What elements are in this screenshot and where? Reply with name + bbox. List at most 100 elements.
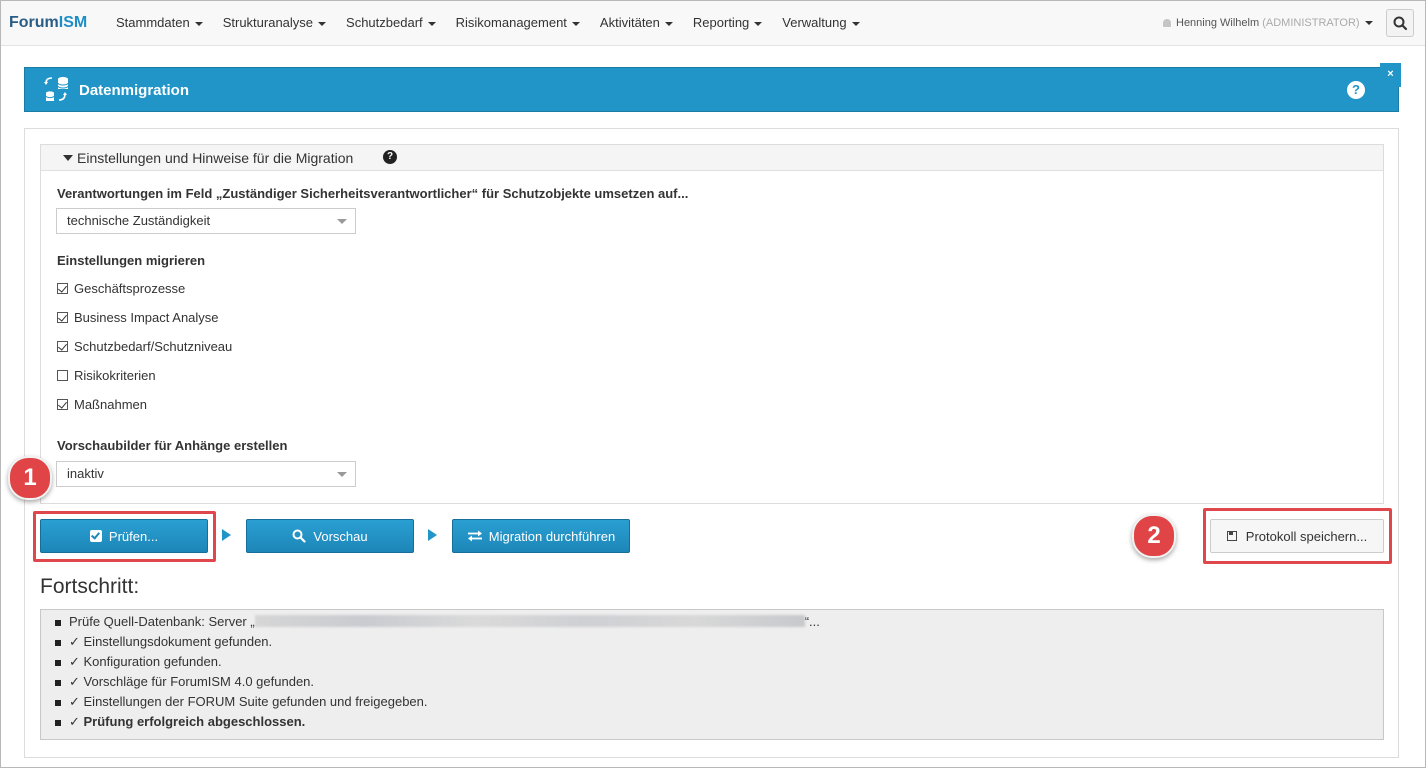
redacted-server-name	[254, 615, 805, 627]
menu-label: Stammdaten	[116, 15, 190, 30]
log-line: ✓ Einstellungsdokument gefunden.	[55, 634, 273, 650]
question-icon[interactable]: ?	[383, 150, 397, 164]
page-header: Datenmigration ?	[24, 67, 1399, 112]
preview-images-select[interactable]: inaktiv	[56, 461, 356, 487]
checkbox-geschaeftsprozesse[interactable]: Geschäftsprozesse	[57, 281, 185, 299]
menu-label: Verwaltung	[782, 15, 847, 30]
responsibility-select[interactable]: technische Zuständigkeit	[56, 208, 356, 234]
top-navbar: ForumISM Stammdaten Strukturanalyse Schu…	[1, 1, 1425, 46]
checkbox-label: Business Impact Analyse	[74, 310, 219, 325]
menu-label: Risikomanagement	[455, 15, 567, 30]
preview-button[interactable]: Vorschau	[246, 519, 414, 553]
caret-down-icon	[571, 21, 580, 26]
help-icon[interactable]: ?	[1347, 81, 1365, 99]
menu-aktivitaeten[interactable]: Aktivitäten	[590, 1, 683, 45]
log-text: ✓ Vorschläge für ForumISM 4.0 gefunden.	[69, 674, 315, 689]
annotation-box-save-log	[1203, 508, 1392, 564]
checkbox-risikokriterien[interactable]: Risikokriterien	[57, 368, 156, 386]
bullet	[55, 720, 61, 726]
log-text: ✓ Konfiguration gefunden.	[69, 654, 222, 669]
caret-down-icon	[427, 21, 436, 26]
menu-label: Strukturanalyse	[222, 15, 314, 30]
checkbox-label: Risikokriterien	[74, 368, 156, 383]
checkbox-label: Geschäftsprozesse	[74, 281, 186, 296]
responsibility-value: technische Zuständigkeit	[67, 213, 211, 228]
user-menu[interactable]: Henning Wilhelm (ADMINISTRATOR)	[1163, 1, 1373, 45]
migrate-settings-label: Einstellungen migrieren	[57, 253, 206, 268]
log-line: Prüfe Quell-Datenbank: Server „ “...	[55, 614, 820, 629]
log-text: Prüfe Quell-Datenbank: Server „	[69, 614, 255, 629]
search-icon	[292, 529, 306, 543]
checkbox-label: Maßnahmen	[74, 397, 147, 412]
preview-images-value: inaktiv	[67, 466, 104, 481]
menu-label: Reporting	[692, 15, 750, 30]
log-line: ✓ Vorschläge für ForumISM 4.0 gefunden.	[55, 674, 315, 690]
log-line: ✓ Einstellungen der FORUM Suite gefunden…	[55, 694, 428, 710]
migrate-button-label: Migration durchführen	[488, 528, 616, 544]
bullet	[55, 620, 61, 626]
log-line-final: ✓ Prüfung erfolgreich abgeschlossen.	[55, 714, 306, 730]
log-line: ✓ Konfiguration gefunden.	[55, 654, 222, 670]
brand-part-ism: ISM	[58, 14, 88, 31]
menu-strukturanalyse[interactable]: Strukturanalyse	[213, 1, 336, 45]
search-icon	[1393, 16, 1408, 31]
caret-down-icon	[754, 21, 763, 26]
collapse-triangle-icon	[63, 155, 73, 161]
log-text: ✓ Einstellungen der FORUM Suite gefunden…	[69, 694, 428, 709]
checkbox-checked[interactable]	[57, 341, 68, 352]
bullet	[55, 700, 61, 706]
search-button[interactable]	[1386, 9, 1414, 37]
caret-down-icon	[851, 21, 860, 26]
progress-log: Prüfe Quell-Datenbank: Server „ “... ✓ Ei…	[40, 609, 1384, 740]
annotation-box-check	[33, 511, 216, 562]
user-role: (ADMINISTRATOR)	[1262, 17, 1360, 29]
checkbox-unchecked[interactable]	[57, 370, 68, 381]
caret-down-icon	[1364, 21, 1373, 26]
responsibility-label: Verantwortungen im Feld „Zuständiger Sic…	[57, 186, 689, 201]
log-text-suffix: “...	[804, 614, 820, 629]
annotation-badge-2: 2	[1132, 514, 1176, 558]
settings-title: Einstellungen und Hinweise für die Migra…	[77, 150, 354, 166]
user-name: Henning Wilhelm	[1176, 17, 1260, 29]
dropdown-arrow-icon	[337, 219, 347, 224]
user-icon	[1163, 19, 1171, 28]
step-arrow-icon	[222, 529, 231, 541]
menu-schutzbedarf[interactable]: Schutzbedarf	[336, 1, 446, 45]
checkbox-checked[interactable]	[57, 399, 68, 410]
dropdown-arrow-icon	[337, 472, 347, 477]
menu-reporting[interactable]: Reporting	[683, 1, 772, 45]
brand-part-forum: Forum	[9, 14, 59, 31]
annotation-badge-1: 1	[8, 456, 52, 500]
close-icon[interactable]: ×	[1380, 63, 1401, 87]
bullet	[55, 660, 61, 666]
menu-label: Schutzbedarf	[346, 15, 423, 30]
log-text: ✓ Prüfung erfolgreich abgeschlossen.	[69, 714, 306, 729]
progress-title: Fortschritt:	[40, 575, 140, 598]
menu-verwaltung[interactable]: Verwaltung	[772, 1, 869, 45]
bullet	[55, 680, 61, 686]
checkbox-label: Schutzbedarf/Schutzniveau	[74, 339, 233, 354]
caret-down-icon	[664, 21, 673, 26]
checkbox-checked[interactable]	[57, 312, 68, 323]
menu-risikomanagement[interactable]: Risikomanagement	[446, 1, 590, 45]
preview-button-label: Vorschau	[313, 528, 368, 544]
checkbox-checked[interactable]	[57, 283, 68, 294]
log-text: ✓ Einstellungsdokument gefunden.	[69, 634, 273, 649]
menu-stammdaten[interactable]: Stammdaten	[106, 1, 213, 45]
migrate-button[interactable]: Migration durchführen	[452, 519, 630, 553]
preview-images-label: Vorschaubilder für Anhänge erstellen	[57, 438, 288, 453]
page-title: Datenmigration	[79, 82, 190, 99]
step-arrow-icon	[428, 529, 437, 541]
caret-down-icon	[194, 21, 203, 26]
bullet	[55, 640, 61, 646]
menu-label: Aktivitäten	[599, 15, 660, 30]
settings-panel-header[interactable]: Einstellungen und Hinweise für die Migra…	[41, 145, 1383, 171]
main-menu: Stammdaten Strukturanalyse Schutzbedarf …	[106, 1, 870, 45]
exchange-icon	[467, 530, 482, 542]
checkbox-massnahmen[interactable]: Maßnahmen	[57, 397, 147, 415]
database-sync-icon	[44, 77, 69, 101]
checkbox-schutzbedarf[interactable]: Schutzbedarf/Schutzniveau	[57, 339, 232, 357]
caret-down-icon	[318, 21, 327, 26]
checkbox-business-impact-analyse[interactable]: Business Impact Analyse	[57, 310, 219, 328]
brand-logo[interactable]: ForumISM	[9, 14, 87, 32]
